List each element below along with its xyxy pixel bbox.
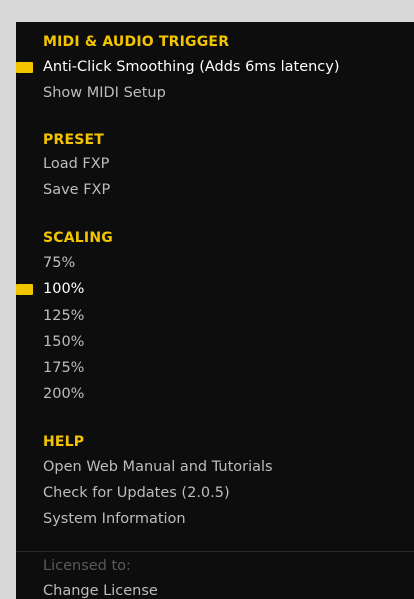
section-title-help: HELP	[43, 434, 85, 450]
menu-item-show-midi-setup[interactable]: Show MIDI Setup	[43, 83, 166, 103]
checked-marker-icon	[16, 284, 33, 295]
menu-item-scaling-200[interactable]: 200%	[43, 384, 84, 404]
menu-item-check-for-updates[interactable]: Check for Updates (2.0.5)	[43, 483, 230, 503]
menu-divider	[16, 551, 414, 552]
checked-marker-icon	[16, 62, 33, 73]
menu-item-scaling-150[interactable]: 150%	[43, 332, 84, 352]
menu-item-load-fxp[interactable]: Load FXP	[43, 154, 109, 174]
section-title-scaling: SCALING	[43, 230, 113, 246]
menu-item-scaling-100[interactable]: 100%	[43, 279, 84, 299]
context-menu: MIDI & AUDIO TRIGGER Anti-Click Smoothin…	[16, 22, 414, 599]
menu-item-scaling-75[interactable]: 75%	[43, 253, 75, 273]
menu-item-change-license[interactable]: Change License	[43, 581, 158, 599]
menu-item-anti-click-smoothing[interactable]: Anti-Click Smoothing (Adds 6ms latency)	[43, 57, 340, 77]
menu-item-scaling-175[interactable]: 175%	[43, 358, 84, 378]
menu-item-scaling-125[interactable]: 125%	[43, 306, 84, 326]
section-title-preset: PRESET	[43, 132, 105, 148]
licensed-to-label: Licensed to:	[43, 558, 131, 574]
menu-item-system-information[interactable]: System Information	[43, 509, 186, 529]
menu-item-open-web-manual[interactable]: Open Web Manual and Tutorials	[43, 457, 273, 477]
menu-item-save-fxp[interactable]: Save FXP	[43, 180, 110, 200]
section-title-midi-audio: MIDI & AUDIO TRIGGER	[43, 34, 230, 50]
